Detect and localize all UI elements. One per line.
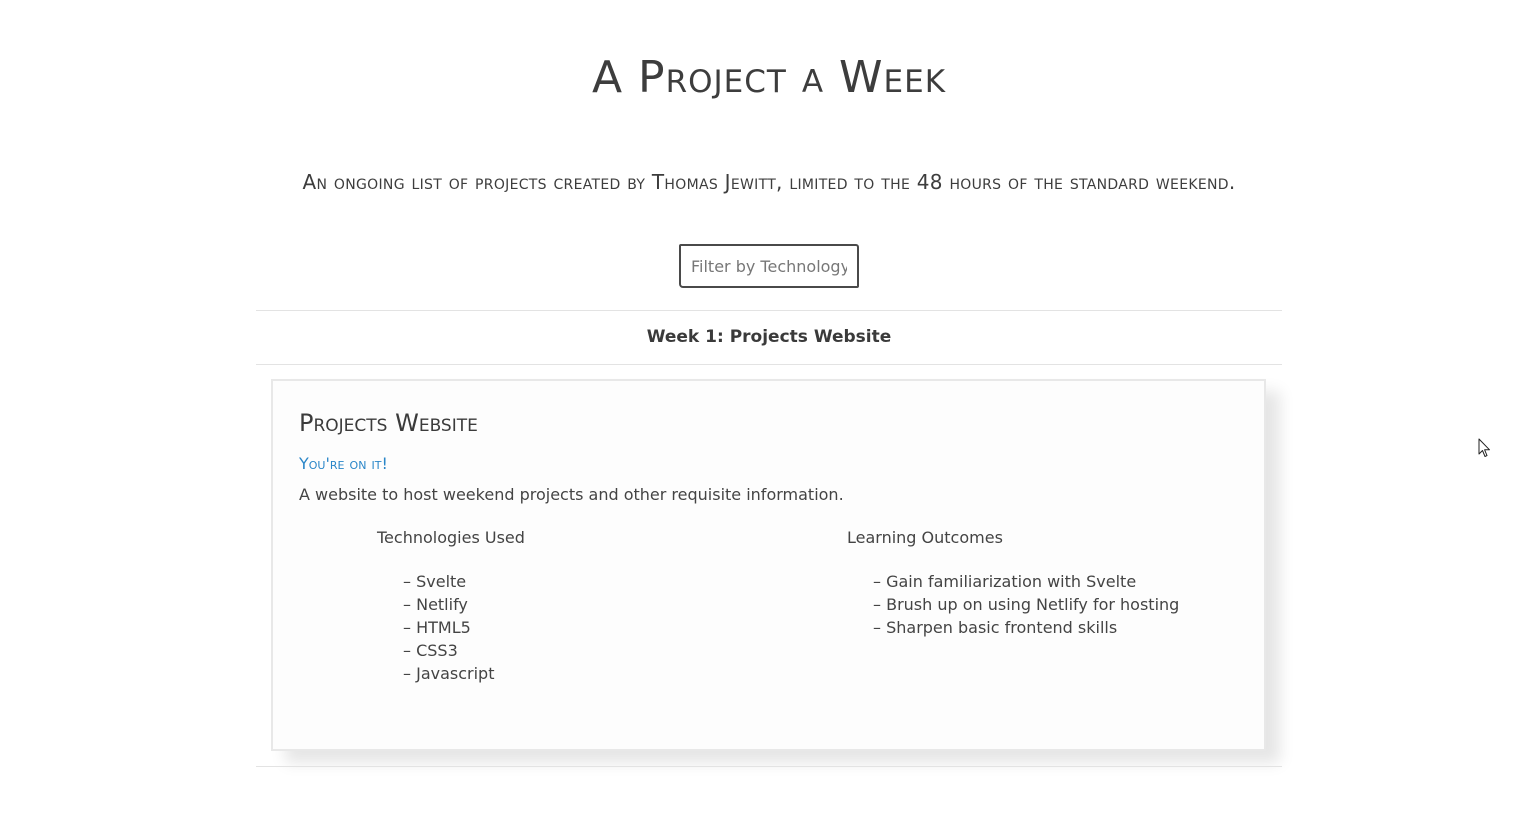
divider [256,364,1282,365]
outcome-item: Sharpen basic frontend skills [873,616,1179,639]
outcome-item: Brush up on using Netlify for hosting [873,593,1179,616]
technology-filter-input[interactable] [679,244,859,288]
divider [256,766,1282,767]
project-link[interactable]: You're on it! [299,454,388,473]
technology-item: Svelte [403,570,494,593]
technology-item: Netlify [403,593,494,616]
week-1-toggle[interactable]: Week 1: Projects Website [256,311,1282,364]
page-title: A Project a Week [591,52,947,103]
outcomes-list: Gain familiarization with Svelte Brush u… [873,570,1179,639]
outcomes-heading: Learning Outcomes [847,528,1003,547]
technologies-heading: Technologies Used [377,528,525,547]
technology-item: CSS3 [403,639,494,662]
project-title: Projects Website [299,409,478,437]
project-description: A website to host weekend projects and o… [299,485,844,504]
outcome-item: Gain familiarization with Svelte [873,570,1179,593]
technology-item: Javascript [403,662,494,685]
page: A Project a Week An ongoing list of proj… [0,0,1538,833]
technology-item: HTML5 [403,616,494,639]
page-subtitle: An ongoing list of projects created by T… [302,170,1236,194]
project-card: Projects Website You're on it! A website… [271,379,1266,751]
technologies-list: Svelte Netlify HTML5 CSS3 Javascript [403,570,494,685]
mouse-pointer-icon [1478,438,1490,457]
